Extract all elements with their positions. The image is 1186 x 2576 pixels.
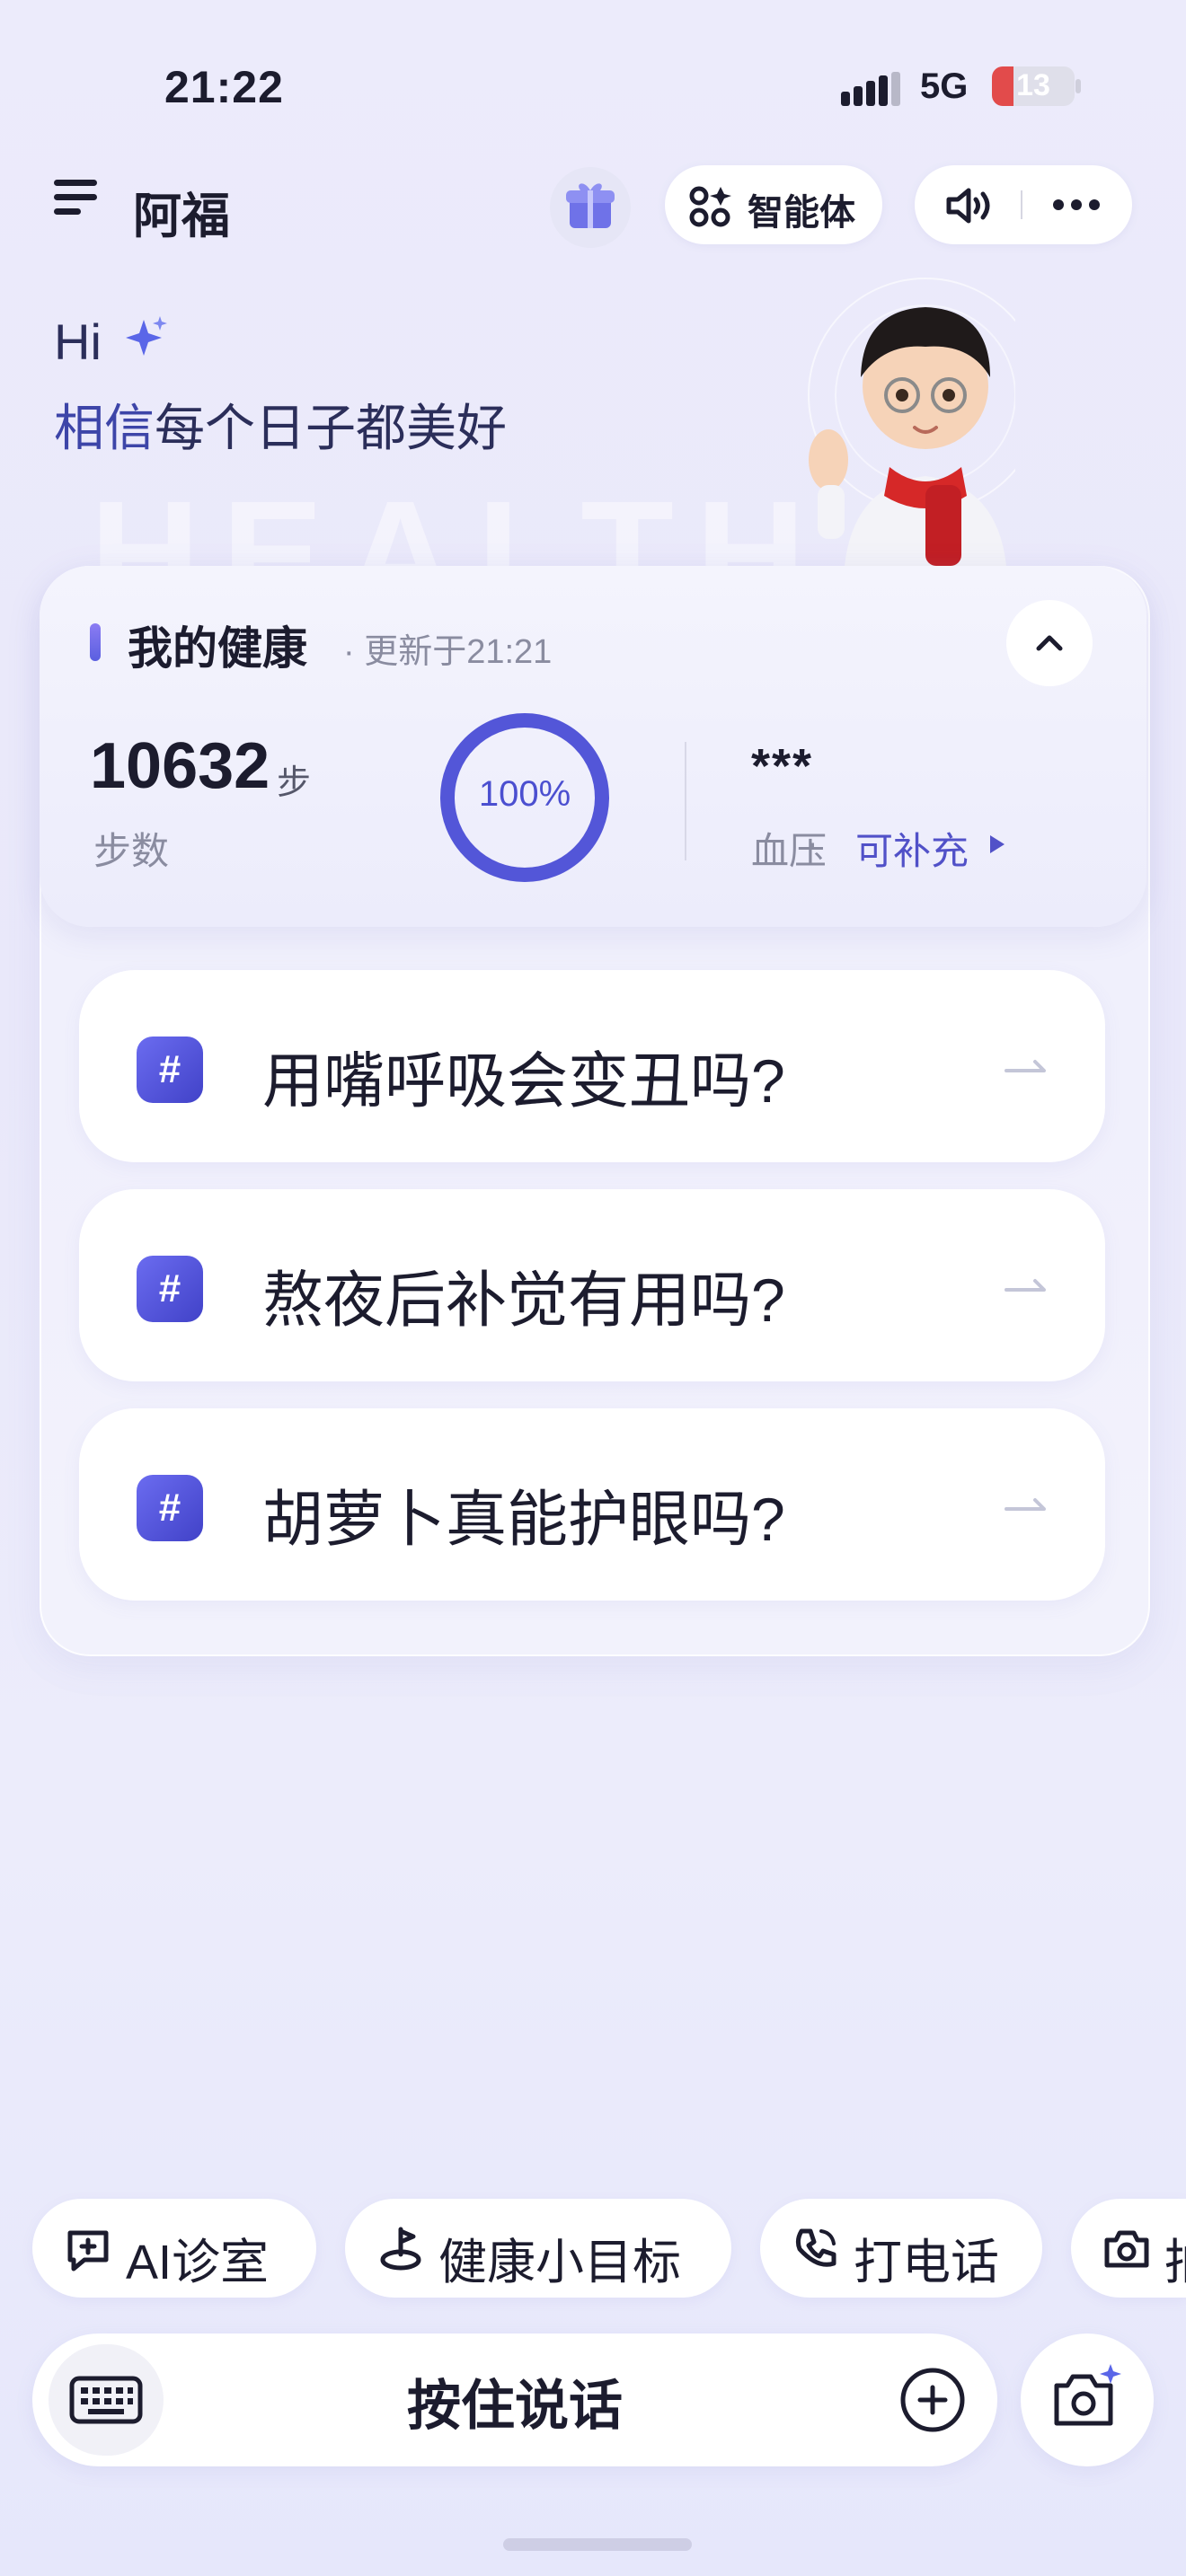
greeting-hi: Hi: [54, 313, 102, 370]
question-card[interactable]: # 胡萝卜真能护眼吗?: [79, 1408, 1105, 1601]
chip-label: 健康小目标: [438, 2236, 681, 2289]
greeting-highlight: 相信: [54, 400, 155, 456]
chip-ai-clinic[interactable]: AI诊室: [32, 2199, 316, 2298]
speaker-icon[interactable]: [945, 187, 996, 225]
update-time: · 更新于21:21: [343, 633, 553, 671]
signal-icon: [841, 72, 900, 106]
capsule-divider: [1021, 190, 1022, 219]
agents-icon: [689, 186, 731, 227]
agent-label: 智能体: [748, 193, 855, 233]
target-icon: [380, 2227, 421, 2271]
progress-percent: 100%: [478, 774, 571, 814]
chip-photo[interactable]: 拍: [1071, 2199, 1186, 2298]
bp-add-link[interactable]: 可补充: [855, 821, 969, 876]
arrow-right-icon: [1005, 1060, 1046, 1072]
battery-indicator: 13: [992, 66, 1075, 106]
arrow-right-icon: [1005, 1498, 1046, 1511]
greeting-text: 相信每个日子都美好: [54, 388, 507, 461]
play-arrow-icon[interactable]: [990, 835, 1005, 853]
question-text: 胡萝卜真能护眼吗?: [262, 1486, 785, 1554]
gift-button[interactable]: [550, 167, 631, 248]
sound-more-capsule[interactable]: [915, 165, 1132, 244]
steps-unit: 步: [277, 764, 312, 802]
question-card[interactable]: # 熬夜后补觉有用吗?: [79, 1189, 1105, 1381]
arrow-right-icon: [1005, 1279, 1046, 1292]
status-time: 21:22: [164, 62, 284, 112]
health-title: 我的健康: [128, 623, 307, 674]
chip-label: 打电话: [854, 2236, 999, 2289]
gift-icon: [566, 183, 615, 228]
hashtag-icon: #: [137, 1256, 203, 1322]
steps-label: 步数: [93, 830, 170, 872]
collapse-button[interactable]: [1006, 600, 1093, 686]
network-label: 5G: [920, 66, 969, 106]
greeting-rest: 每个日子都美好: [155, 400, 507, 456]
phone-icon: [795, 2228, 836, 2267]
hashtag-icon: #: [137, 1037, 203, 1103]
menu-icon[interactable]: [54, 180, 97, 223]
question-text: 熬夜后补觉有用吗?: [262, 1266, 785, 1335]
section-accent-bar: [90, 623, 101, 661]
chevron-up-icon: [1036, 635, 1063, 651]
chat-plus-icon: [67, 2230, 109, 2272]
hold-to-talk-label[interactable]: 按住说话: [32, 2362, 997, 2440]
camera-sparkle-icon: [1054, 2364, 1121, 2426]
battery-level: 13: [1016, 68, 1050, 102]
mascot-avatar[interactable]: [791, 260, 1015, 566]
question-text: 用嘴呼吸会变丑吗?: [262, 1047, 785, 1116]
sparkle-icon: [126, 316, 167, 356]
plus-icon[interactable]: [898, 2366, 967, 2434]
chip-call[interactable]: 打电话: [760, 2199, 1042, 2298]
chip-label: AI诊室: [126, 2236, 270, 2289]
home-indicator: [503, 2538, 692, 2551]
camera-button[interactable]: [1021, 2333, 1154, 2466]
hashtag-icon: #: [137, 1475, 203, 1541]
chip-health-goal[interactable]: 健康小目标: [345, 2199, 731, 2298]
camera-icon: [1104, 2230, 1149, 2268]
chip-label: 拍: [1164, 2222, 1186, 2293]
question-card[interactable]: # 用嘴呼吸会变丑吗?: [79, 970, 1105, 1162]
more-icon[interactable]: [1051, 198, 1102, 212]
bp-value: ***: [751, 739, 814, 793]
bp-separator: ·: [806, 821, 819, 863]
battery-nub: [1075, 79, 1081, 93]
steps-value: 10632: [90, 730, 270, 802]
app-title: 阿福: [133, 190, 230, 243]
agent-button[interactable]: 智能体: [665, 165, 882, 244]
metric-divider: [685, 742, 686, 860]
